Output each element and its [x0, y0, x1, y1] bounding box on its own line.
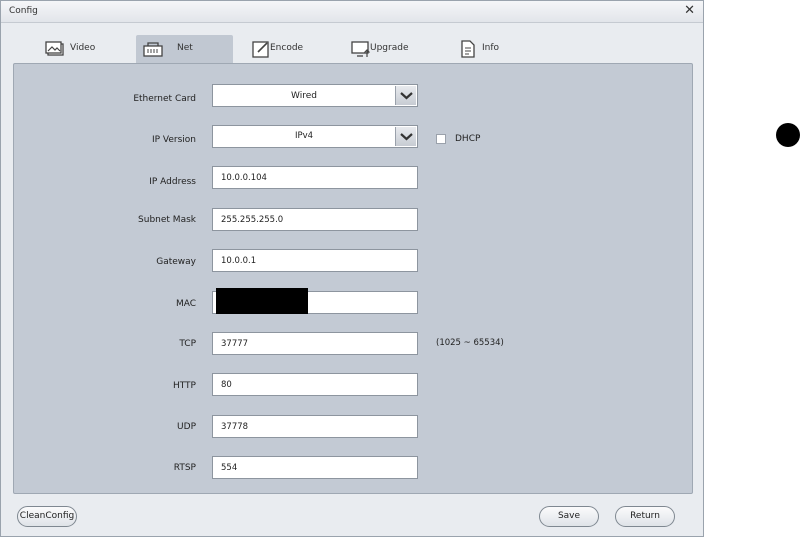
ip-address-label: IP Address: [149, 177, 196, 187]
clean-config-button[interactable]: CleanConfig: [17, 506, 77, 527]
subnet-mask-field[interactable]: 255.255.255.0: [212, 208, 418, 231]
dhcp-label: DHCP: [455, 134, 481, 144]
tab-net-label: Net: [177, 43, 193, 53]
encode-edit-icon: [250, 38, 272, 60]
video-image-icon: [45, 38, 67, 60]
tab-encode-label: Encode: [270, 43, 304, 53]
window-title: Config: [9, 6, 38, 16]
tcp-range-hint: (1025 ~ 65534): [436, 338, 504, 348]
chevron-down-icon[interactable]: [395, 86, 416, 105]
tcp-label: TCP: [179, 339, 196, 349]
ip-version-value: IPv4: [294, 131, 314, 141]
black-dot: [776, 123, 800, 147]
udp-label: UDP: [177, 422, 196, 432]
tab-upgrade[interactable]: Upgrade: [344, 35, 444, 63]
mac-label: MAC: [175, 299, 196, 309]
tab-encode[interactable]: Encode: [244, 35, 334, 63]
tab-info[interactable]: Info: [451, 35, 521, 63]
tab-video[interactable]: Video: [39, 35, 125, 63]
ip-version-label: IP Version: [151, 135, 196, 145]
mac-field[interactable]: [212, 288, 418, 314]
tab-video-label: Video: [70, 43, 96, 53]
mac-redaction: [216, 288, 308, 314]
network-icon: [142, 38, 164, 60]
ethernet-card-value: Wired: [291, 91, 317, 101]
tcp-port-field[interactable]: 37777: [212, 332, 418, 355]
rtsp-label: RTSP: [173, 463, 196, 473]
udp-port-field[interactable]: 37778: [212, 415, 418, 438]
title-bar[interactable]: Config ✕: [1, 1, 703, 23]
dhcp-checkbox[interactable]: [436, 134, 446, 144]
return-button[interactable]: Return: [615, 506, 675, 527]
rtsp-port-field[interactable]: 554: [212, 456, 418, 479]
save-button[interactable]: Save: [539, 506, 599, 527]
close-icon[interactable]: ✕: [684, 3, 695, 18]
tab-net[interactable]: Net: [136, 35, 233, 63]
http-label: HTTP: [172, 381, 196, 391]
ethernet-card-label: Ethernet Card: [133, 94, 196, 104]
http-port-field[interactable]: 80: [212, 373, 418, 396]
tab-upgrade-label: Upgrade: [370, 43, 409, 53]
ip-address-field[interactable]: 10.0.0.104: [212, 166, 418, 189]
gateway-field[interactable]: 10.0.0.1: [212, 249, 418, 272]
config-window: Config ✕ Video Net Encode Upgrade Info E…: [0, 0, 704, 537]
info-document-icon: [457, 38, 479, 60]
ip-version-select[interactable]: IPv4: [212, 125, 418, 148]
gateway-label: Gateway: [156, 257, 196, 267]
tab-info-label: Info: [482, 43, 500, 53]
upgrade-monitor-icon: [350, 38, 372, 60]
subnet-mask-label: Subnet Mask: [138, 215, 196, 225]
ethernet-card-select[interactable]: Wired: [212, 84, 418, 107]
chevron-down-icon[interactable]: [395, 127, 416, 146]
